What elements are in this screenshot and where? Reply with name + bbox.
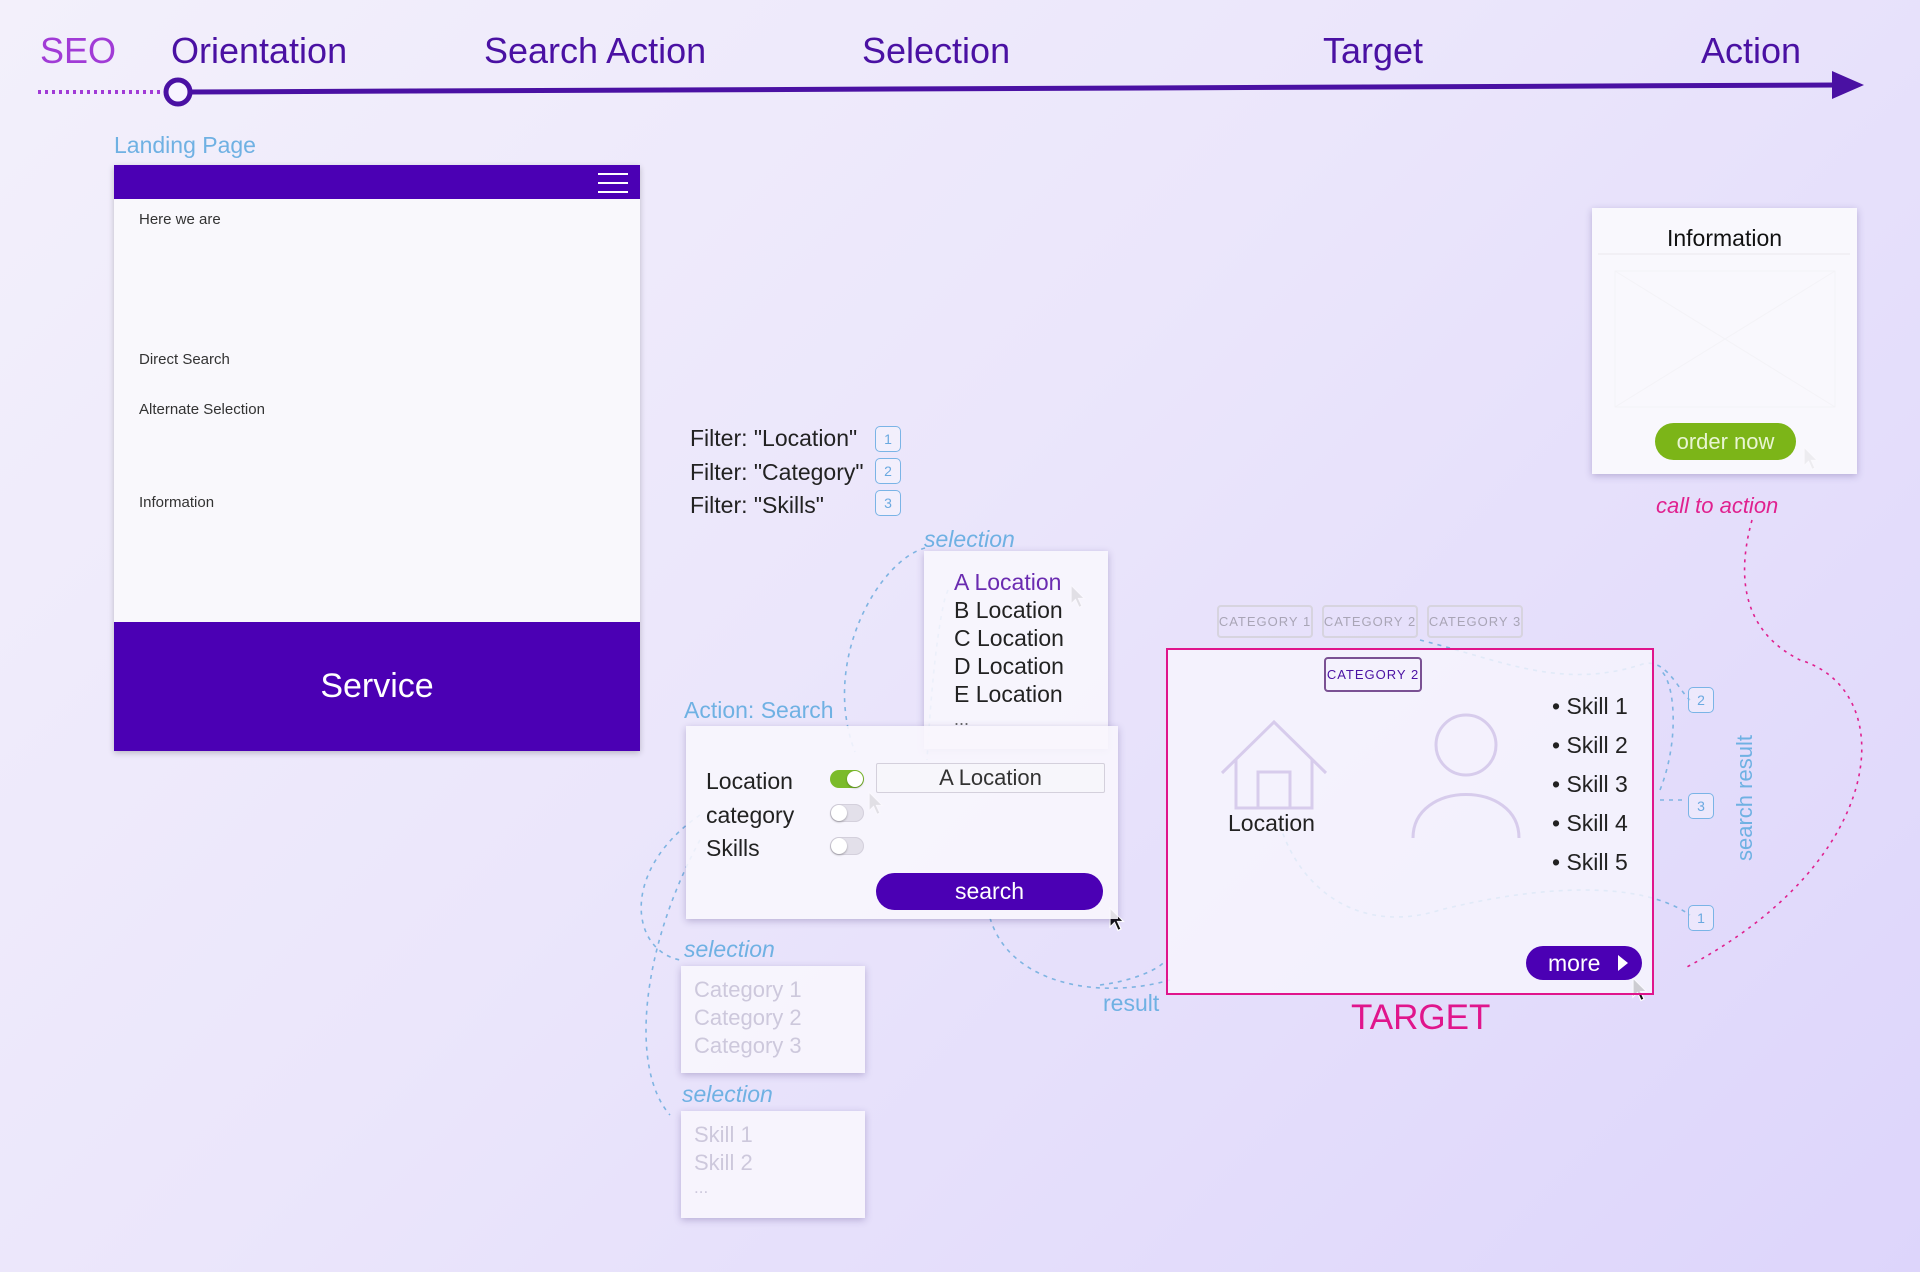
landing-page-caption: Landing Page xyxy=(114,132,256,158)
timeline-start-node xyxy=(163,77,193,107)
category-tab-2[interactable]: CATEGORY 2 xyxy=(1322,605,1418,638)
location-icon-label: Location xyxy=(1228,810,1315,836)
category-tab-1[interactable]: CATEGORY 1 xyxy=(1217,605,1313,638)
target-title: TARGET xyxy=(1351,998,1491,1037)
chevron-right-icon xyxy=(1618,955,1628,971)
search-panel: Location category Skills A Location sear… xyxy=(686,726,1118,919)
location-row-label: Location xyxy=(706,768,793,794)
category-tab-3[interactable]: CATEGORY 3 xyxy=(1427,605,1523,638)
location-selection-caption: selection xyxy=(924,526,1015,552)
order-now-label: order now xyxy=(1676,428,1775,454)
stage-selection: Selection xyxy=(862,30,1011,71)
action-search-caption: Action: Search xyxy=(684,697,834,723)
timeline-line xyxy=(188,82,1839,95)
info-card-title: Information xyxy=(1666,225,1783,251)
information-label: Information xyxy=(139,494,215,511)
filter-location: Filter: "Location" xyxy=(690,425,858,451)
location-toggle[interactable] xyxy=(830,770,864,788)
category-row-label: category xyxy=(706,802,795,828)
skills-row-label: Skills xyxy=(706,835,760,861)
more-button[interactable]: more xyxy=(1526,946,1642,980)
skill-item: • Skill 1 xyxy=(1552,693,1628,719)
filter-skills: Filter: "Skills" xyxy=(690,492,824,518)
skill-item: • Skill 5 xyxy=(1552,849,1628,875)
result-badge: 2 xyxy=(1688,687,1714,713)
info-card: Information order now xyxy=(1592,208,1857,474)
landing-page-mockup: Here we are Direct Search Alternate Sele… xyxy=(114,165,640,751)
service-banner[interactable]: Service xyxy=(114,622,640,751)
stage-target: Target xyxy=(1323,30,1424,71)
location-option[interactable]: D Location xyxy=(954,652,1064,680)
skill-item: • Skill 4 xyxy=(1552,810,1628,836)
stage-seo: SEO xyxy=(40,30,117,71)
location-options: A Location B Location C Location D Locat… xyxy=(954,568,1064,730)
more-button-label: more xyxy=(1548,949,1601,976)
skills-list: • Skill 1 • Skill 2 • Skill 3 • Skill 4 … xyxy=(1552,693,1628,888)
category-dropdown[interactable]: Category 1 Category 2 Category 3 xyxy=(681,966,865,1073)
direct-search-label: Direct Search xyxy=(139,351,230,368)
category-options: Category 1 Category 2 Category 3 xyxy=(694,976,802,1060)
skill-option[interactable]: Skill 2 xyxy=(694,1149,753,1177)
stage-orientation: Orientation xyxy=(171,30,348,71)
filter-badge: 3 xyxy=(875,490,901,516)
target-card: CATEGORY 2 Location • Skill 1 • Skill 2 … xyxy=(1166,648,1654,995)
skill-item: • Skill 3 xyxy=(1552,771,1628,797)
skill-option[interactable]: Skill 1 xyxy=(694,1121,753,1149)
selected-category-tab[interactable]: CATEGORY 2 xyxy=(1324,657,1422,692)
skills-selection-caption: selection xyxy=(682,1081,773,1107)
skill-option-more: ... xyxy=(694,1178,709,1197)
category-option[interactable]: Category 2 xyxy=(694,1004,802,1032)
filter-category: Filter: "Category" xyxy=(690,459,864,485)
location-input[interactable]: A Location xyxy=(876,763,1105,793)
skill-item: • Skill 2 xyxy=(1552,732,1628,758)
location-option-selected[interactable]: A Location xyxy=(954,568,1064,596)
stage-search-action: Search Action xyxy=(484,30,707,71)
hamburger-menu-icon[interactable] xyxy=(598,171,628,193)
location-option[interactable]: E Location xyxy=(954,680,1064,708)
result-badge: 1 xyxy=(1688,905,1714,931)
call-to-action-connector xyxy=(1684,519,1863,969)
category-option[interactable]: Category 3 xyxy=(694,1032,802,1060)
skills-dropdown[interactable]: Skill 1 Skill 2 ... xyxy=(681,1111,865,1218)
result-badge: 3 xyxy=(1688,793,1714,819)
filter-badge: 2 xyxy=(875,458,901,484)
category-toggle[interactable] xyxy=(830,804,864,822)
service-label: Service xyxy=(320,667,434,705)
search-button-label: search xyxy=(954,878,1025,904)
filter-badge: 1 xyxy=(875,426,901,452)
location-option[interactable]: C Location xyxy=(954,624,1064,652)
timeline-arrowhead xyxy=(1832,71,1864,99)
landing-header xyxy=(114,165,640,199)
here-we-are-label: Here we are xyxy=(139,211,221,228)
skills-options: Skill 1 Skill 2 ... xyxy=(694,1121,753,1199)
stage-action: Action xyxy=(1701,30,1802,71)
alternate-selection-label: Alternate Selection xyxy=(139,401,265,418)
skills-toggle[interactable] xyxy=(830,837,864,855)
order-now-button[interactable]: order now xyxy=(1655,423,1796,460)
search-button[interactable]: search xyxy=(876,873,1103,910)
search-result-label: search result xyxy=(1732,735,1757,861)
location-input-value: A Location xyxy=(939,765,1042,790)
category-selection-caption: selection xyxy=(684,936,775,962)
call-to-action-label: call to action xyxy=(1656,493,1779,518)
location-option[interactable]: B Location xyxy=(954,596,1064,624)
result-label: result xyxy=(1103,990,1160,1016)
category-option[interactable]: Category 1 xyxy=(694,976,802,1004)
location-dropdown[interactable]: A Location B Location C Location D Locat… xyxy=(924,551,1108,749)
